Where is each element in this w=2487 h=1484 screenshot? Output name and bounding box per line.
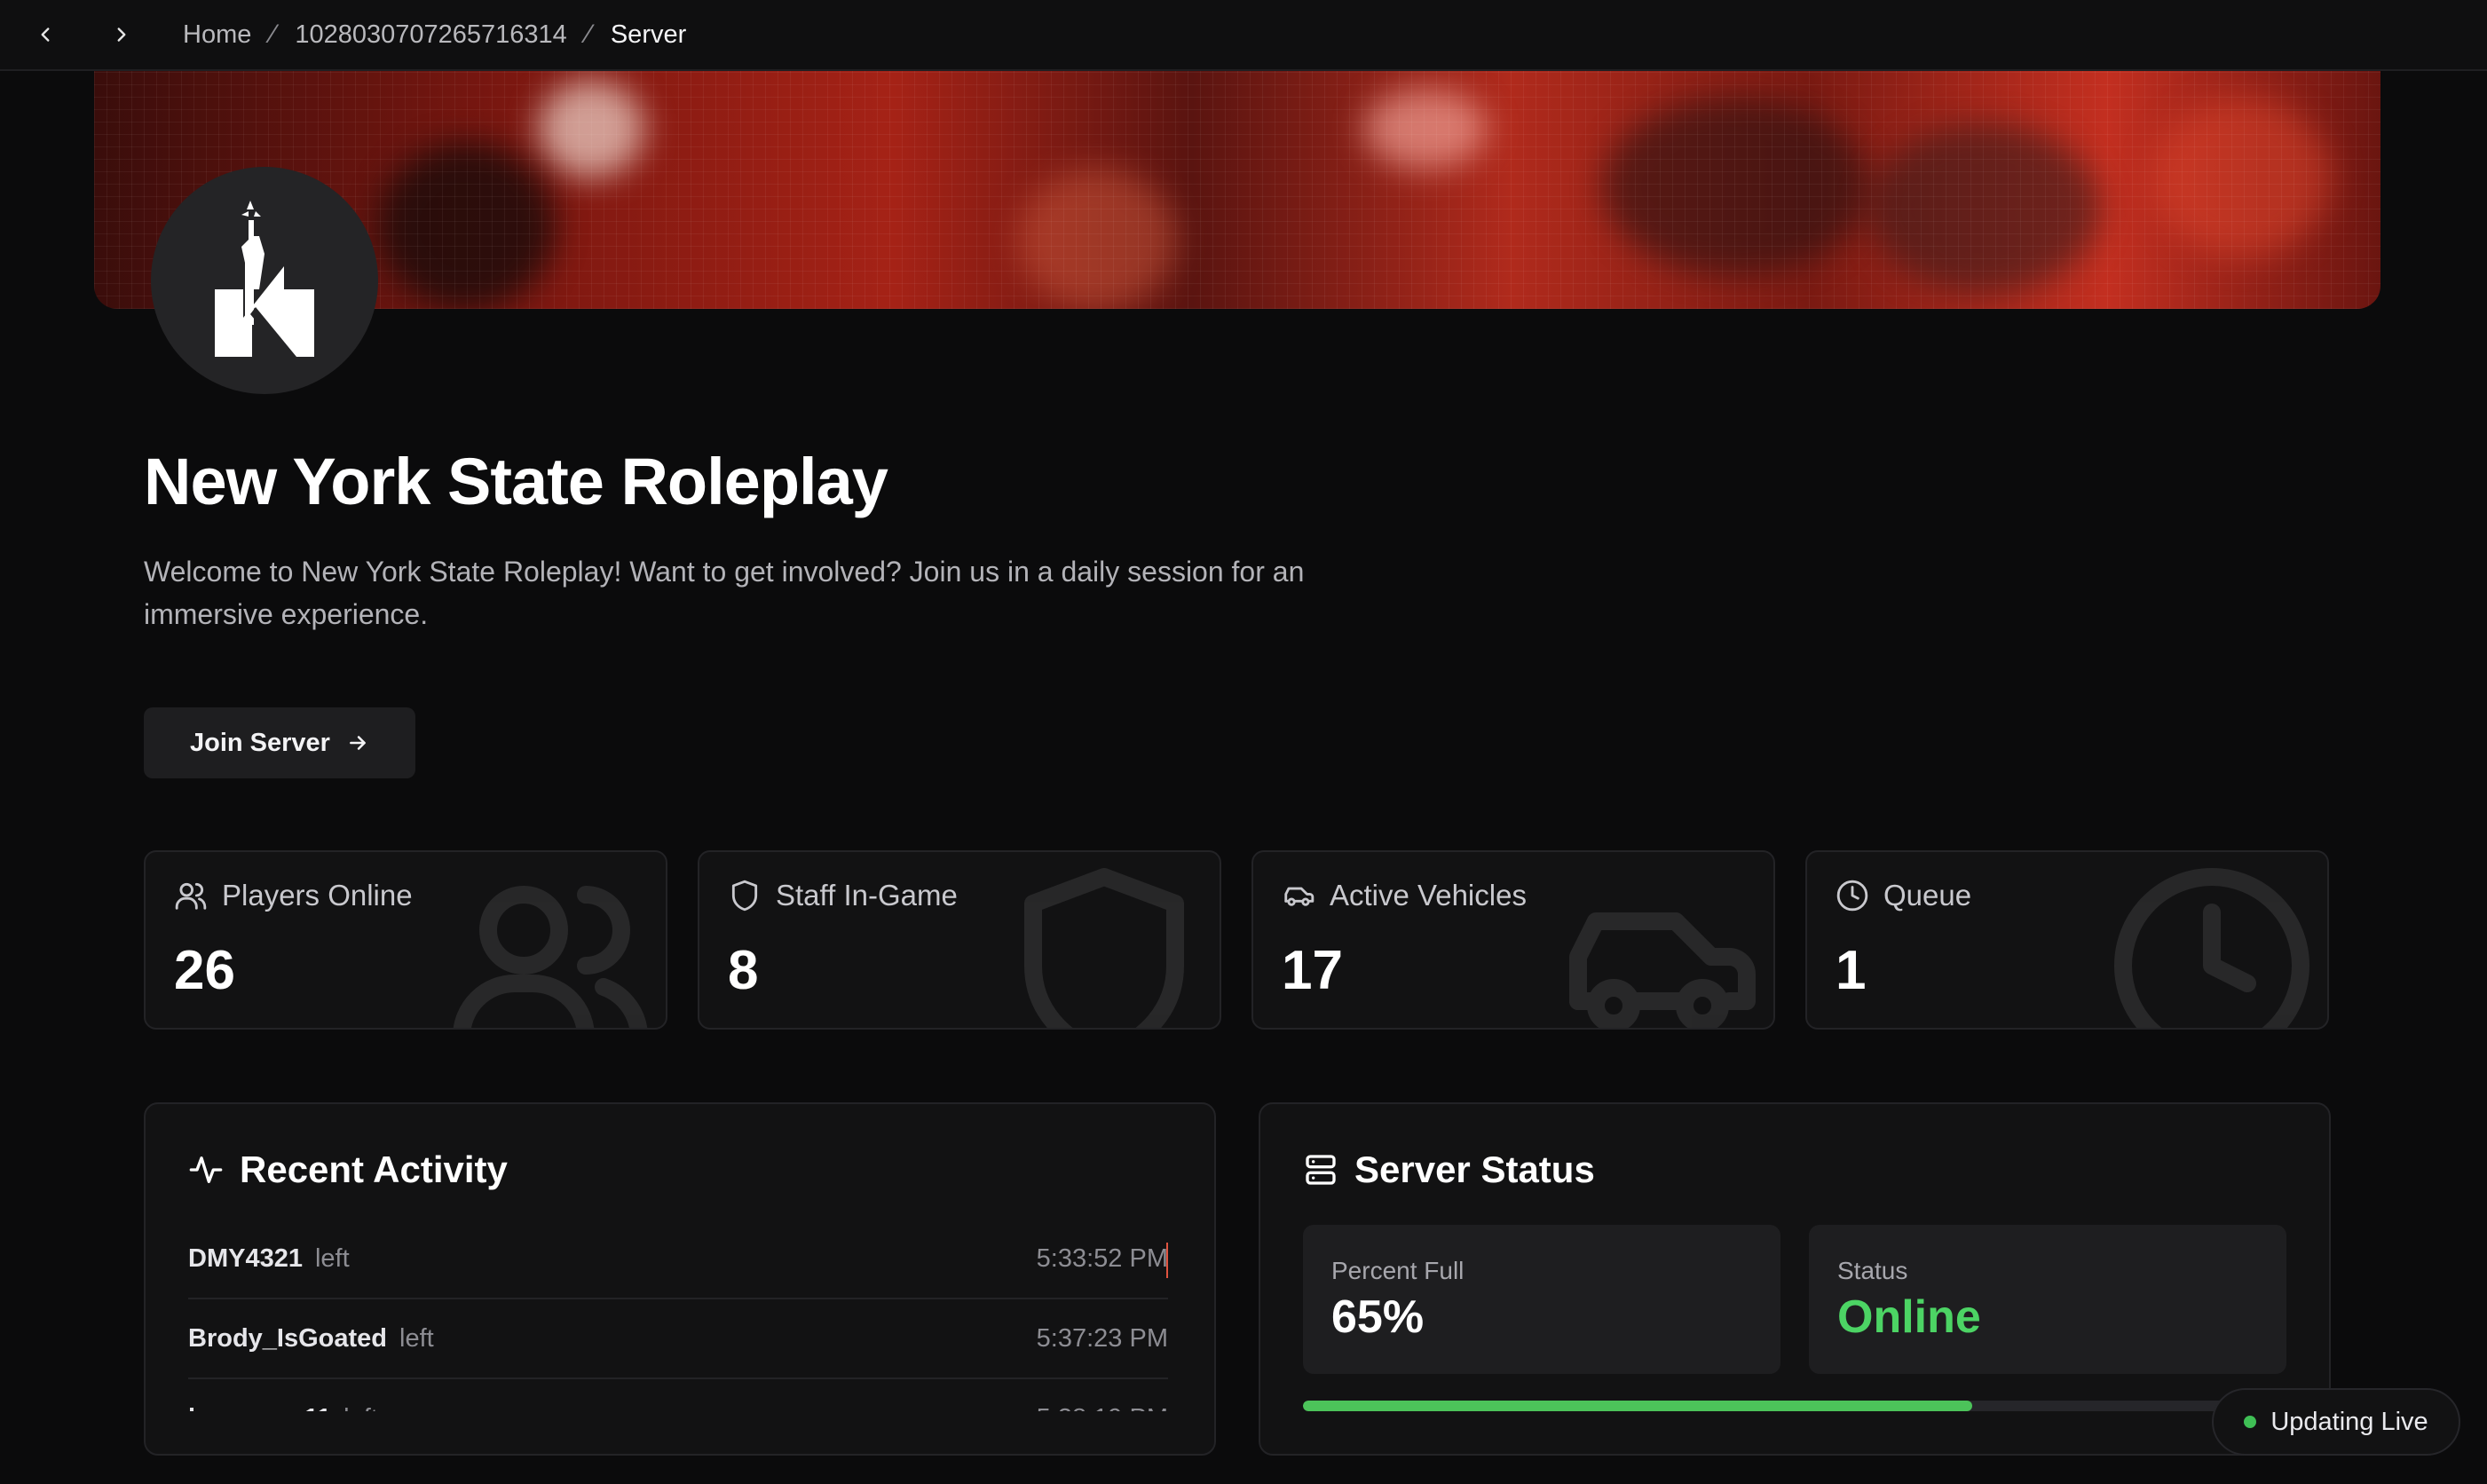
stat-value: 1 xyxy=(1836,940,1867,1001)
top-bar: Home ⁄ 1028030707265716314 ⁄ Server xyxy=(0,0,2487,71)
chevron-left-icon xyxy=(41,28,50,42)
activity-time: 5:33:52 PM xyxy=(1036,1243,1168,1273)
activity-player-name: bugsmug11 xyxy=(188,1404,331,1412)
stat-label: Queue xyxy=(1883,879,1972,912)
percent-full-value: 65% xyxy=(1331,1291,1425,1343)
stat-header: Staff In-Game xyxy=(728,879,958,912)
breadcrumb: Home ⁄ 1028030707265716314 ⁄ Server xyxy=(183,0,686,69)
stat-value: 8 xyxy=(728,940,759,1001)
activity-row: bugsmug11 left 5:38:19 PM xyxy=(188,1379,1168,1412)
breadcrumb-separator: ⁄ xyxy=(271,20,276,49)
server-icon xyxy=(1306,1155,1336,1185)
server-title: New York State Roleplay xyxy=(144,445,888,518)
live-indicator-dot xyxy=(2244,1416,2257,1428)
breadcrumb-current: Server xyxy=(610,20,687,49)
stat-label: Staff In-Game xyxy=(776,879,958,912)
updating-live-label: Updating Live xyxy=(2270,1407,2428,1436)
percent-full-label: Percent Full xyxy=(1331,1257,1465,1284)
updating-live-badge: Updating Live xyxy=(2212,1388,2460,1456)
activity-action: left xyxy=(314,1243,350,1273)
breadcrumb-home[interactable]: Home xyxy=(183,20,251,50)
stat-card-players: Players Online 26 xyxy=(144,850,667,1030)
activity-icon xyxy=(189,1156,223,1183)
stat-value: 26 xyxy=(174,940,235,1001)
breadcrumb-separator: ⁄ xyxy=(586,20,591,49)
activity-action: left xyxy=(399,1323,434,1353)
breadcrumb-server-id[interactable]: 1028030707265716314 xyxy=(295,20,566,50)
forward-button[interactable] xyxy=(103,16,140,53)
status-value: Online xyxy=(1837,1291,1981,1343)
users-icon xyxy=(453,886,648,1028)
recent-activity-panel: Recent Activity DMY4321 left 5:33:52 PM … xyxy=(144,1102,1216,1456)
recent-activity-title: Recent Activity xyxy=(240,1149,508,1190)
chevron-right-icon xyxy=(117,28,126,42)
back-button[interactable] xyxy=(27,16,64,53)
join-server-button[interactable]: Join Server xyxy=(144,707,415,778)
activity-time: 5:37:23 PM xyxy=(1036,1323,1168,1353)
server-banner xyxy=(94,71,2380,309)
clock-icon xyxy=(1836,880,1868,912)
status-box: Status Online xyxy=(1809,1225,2286,1374)
stat-value: 17 xyxy=(1282,940,1343,1001)
shield-icon xyxy=(731,880,758,912)
activity-list[interactable]: DMY4321 left 5:33:52 PM Brody_IsGoated l… xyxy=(188,1220,1168,1411)
stat-card-queue: Queue 1 xyxy=(1805,850,2329,1030)
car-icon xyxy=(1569,912,1756,1028)
car-icon xyxy=(1284,887,1315,906)
stat-header: Players Online xyxy=(174,879,413,912)
arrow-right-icon xyxy=(350,736,366,750)
clock-icon xyxy=(2114,868,2309,1028)
panel-title: Server Status xyxy=(1303,1149,1595,1191)
stat-header: Queue xyxy=(1836,879,1971,912)
stat-card-staff: Staff In-Game 8 xyxy=(698,850,1221,1030)
text-cursor xyxy=(1166,1243,1168,1278)
stat-header: Active Vehicles xyxy=(1282,879,1527,912)
panel-title: Recent Activity xyxy=(188,1149,508,1191)
activity-player-name: DMY4321 xyxy=(188,1243,303,1273)
stat-label: Active Vehicles xyxy=(1330,879,1527,912)
server-description: Welcome to New York State Roleplay! Want… xyxy=(144,556,1305,630)
capacity-progress-fill xyxy=(1303,1401,1972,1411)
activity-action: left xyxy=(343,1404,378,1412)
percent-full-box: Percent Full 65% xyxy=(1303,1225,1780,1374)
activity-row: Brody_IsGoated left 5:37:23 PM xyxy=(188,1299,1168,1379)
activity-row: DMY4321 left 5:33:52 PM xyxy=(188,1220,1168,1299)
status-label: Status xyxy=(1837,1257,1908,1284)
server-logo-icon xyxy=(215,201,314,357)
shield-icon xyxy=(1024,868,1184,1028)
stat-label: Players Online xyxy=(222,879,413,912)
users-icon xyxy=(175,882,207,910)
stat-card-vehicles: Active Vehicles 17 xyxy=(1251,850,1775,1030)
server-status-panel: Server Status Percent Full 65% Status On… xyxy=(1259,1102,2331,1456)
server-avatar xyxy=(151,167,378,394)
capacity-progress-bar xyxy=(1303,1401,2329,1411)
join-server-label: Join Server xyxy=(190,728,330,757)
activity-time: 5:38:19 PM xyxy=(1037,1404,1168,1412)
activity-player-name: Brody_IsGoated xyxy=(188,1323,387,1353)
server-status-title: Server Status xyxy=(1354,1149,1595,1190)
